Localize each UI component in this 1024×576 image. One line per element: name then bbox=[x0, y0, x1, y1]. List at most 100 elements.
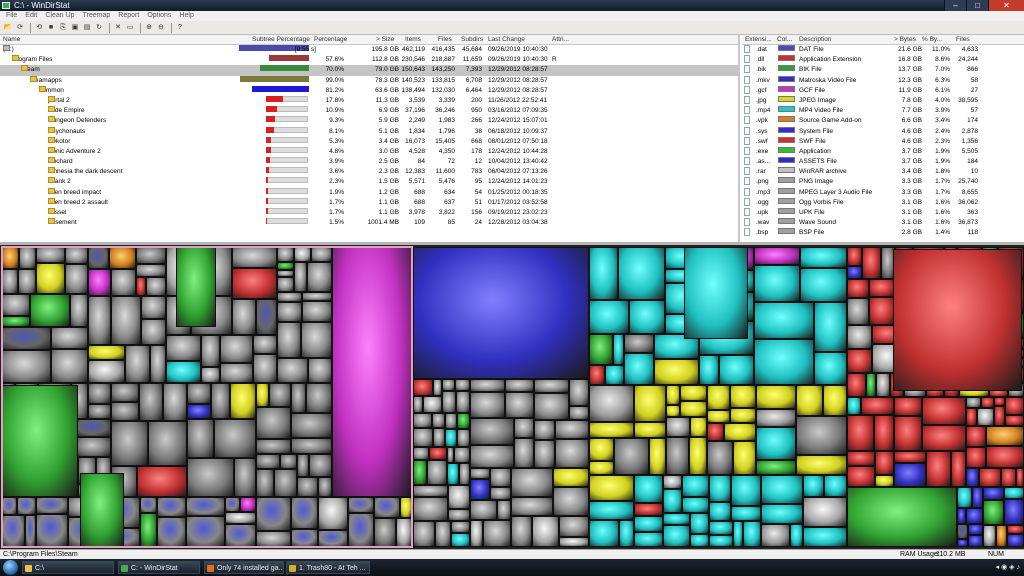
treemap-tile[interactable] bbox=[294, 247, 311, 262]
treemap-tile[interactable] bbox=[374, 497, 400, 518]
treemap-tile[interactable] bbox=[470, 468, 490, 479]
treemap-tile[interactable] bbox=[80, 473, 124, 547]
treemap-tile[interactable] bbox=[433, 428, 445, 447]
tree-row[interactable]: +basement 1.5% 1001.4 MB 109 85 24 12/28/2012 … bbox=[0, 218, 738, 228]
extension-row[interactable]: .swf SWF File 4.6 GB 2.3% 1,356 bbox=[742, 136, 1024, 147]
treemap-tile[interactable] bbox=[2, 327, 51, 350]
treemap-tile[interactable] bbox=[682, 497, 709, 513]
treemap-tile[interactable] bbox=[269, 383, 291, 407]
refresh-icon[interactable]: ⟳ bbox=[15, 23, 25, 33]
treemap-tile[interactable] bbox=[847, 349, 872, 373]
treemap-tile[interactable] bbox=[966, 447, 986, 468]
treemap-tile[interactable] bbox=[847, 397, 861, 415]
treemap-tile[interactable] bbox=[922, 397, 966, 425]
menu-help[interactable]: Help bbox=[175, 11, 197, 21]
treemap-tile[interactable] bbox=[433, 379, 442, 396]
treemap-tile[interactable] bbox=[301, 322, 332, 358]
treemap-tile[interactable] bbox=[1004, 487, 1024, 499]
treemap-tile[interactable] bbox=[88, 383, 111, 404]
treemap-tile[interactable] bbox=[893, 249, 1022, 391]
treemap-tile[interactable] bbox=[559, 537, 589, 547]
treemap-tile[interactable] bbox=[277, 292, 302, 302]
treemap-tile[interactable] bbox=[256, 497, 291, 531]
treemap-tile[interactable] bbox=[302, 301, 332, 322]
treemap-tile[interactable] bbox=[983, 487, 1004, 500]
treemap-tile[interactable] bbox=[332, 247, 412, 497]
treemap-tile[interactable] bbox=[455, 379, 470, 391]
treemap-tile[interactable] bbox=[448, 509, 470, 521]
treemap-tile[interactable] bbox=[220, 335, 253, 363]
treemap-tile[interactable] bbox=[629, 300, 665, 334]
treemap-tile[interactable] bbox=[847, 279, 869, 298]
treemap-tile[interactable] bbox=[277, 247, 294, 262]
treemap-tile[interactable] bbox=[148, 421, 187, 466]
treemap-tile[interactable] bbox=[187, 404, 211, 419]
treemap-tile[interactable] bbox=[277, 277, 294, 292]
col-description-header[interactable]: Description bbox=[799, 35, 832, 45]
treemap-tile[interactable] bbox=[589, 422, 634, 438]
treemap-tile[interactable] bbox=[225, 497, 240, 512]
taskbar-button-only-74-installed-ga[interactable]: Only 74 installed ga... bbox=[204, 561, 284, 574]
treemap-tile[interactable] bbox=[470, 520, 483, 547]
treemap-tile[interactable] bbox=[166, 335, 201, 361]
treemap-tile[interactable] bbox=[761, 475, 803, 504]
treemap-tile[interactable] bbox=[318, 477, 332, 497]
treemap-tile[interactable] bbox=[88, 269, 111, 296]
treemap-tile[interactable] bbox=[150, 345, 166, 383]
treemap-tile[interactable] bbox=[348, 513, 374, 547]
treemap-tile[interactable] bbox=[136, 277, 146, 296]
treemap-tile[interactable] bbox=[163, 383, 187, 421]
treemap-tile[interactable] bbox=[699, 355, 719, 385]
tree-row[interactable]: +Jade Empire 10.9% 6.9 GB 37,196 36,246 950 03… bbox=[0, 106, 738, 116]
treemap-tile[interactable] bbox=[442, 379, 455, 391]
treemap-tile[interactable] bbox=[861, 397, 894, 415]
tree-row[interactable]: −Steam70.0%79.0 GB150,643143,2507,39312/… bbox=[0, 65, 738, 76]
treemap-tile[interactable] bbox=[731, 506, 761, 521]
col-extension-header[interactable]: Extensi... bbox=[745, 35, 772, 45]
treemap-tile[interactable] bbox=[187, 458, 234, 497]
col-size-header[interactable]: > Size bbox=[376, 35, 394, 45]
treemap-tile[interactable] bbox=[166, 361, 201, 383]
treemap-tile[interactable] bbox=[30, 294, 70, 327]
treemap-tile[interactable] bbox=[796, 385, 823, 416]
treemap-tile[interactable] bbox=[427, 460, 447, 485]
treemap-tile[interactable] bbox=[624, 334, 654, 353]
treemap-tile[interactable] bbox=[894, 463, 926, 487]
treemap-tile[interactable] bbox=[470, 445, 514, 468]
tree-row[interactable]: +Dungeon Defenders 9.3% 5.9 GB 2,249 1,983 26… bbox=[0, 116, 738, 126]
tree-row[interactable]: −common81.2%63.6 GB138,494132,0306,46412… bbox=[0, 85, 738, 96]
treemap-tile[interactable] bbox=[951, 451, 966, 487]
treemap-tile[interactable] bbox=[847, 451, 875, 466]
col-files-header[interactable]: Files bbox=[956, 35, 970, 45]
treemap-tile[interactable] bbox=[894, 397, 922, 416]
treemap-tile[interactable] bbox=[140, 497, 157, 513]
zoom-in-icon[interactable]: ⊕ bbox=[144, 23, 154, 33]
treemap-tile[interactable] bbox=[569, 406, 589, 420]
treemap-tile[interactable] bbox=[459, 463, 470, 485]
treemap-tile[interactable] bbox=[445, 429, 457, 447]
tree-row[interactable]: −steamapps 99.0% 78.3 GB140,523 133,815 6,70… bbox=[0, 75, 738, 86]
treemap-tile[interactable] bbox=[957, 539, 968, 547]
treemap-tile[interactable] bbox=[996, 525, 1007, 547]
taskbar-button-1-trash80-at-teh[interactable]: 1. Trash80 - At Teh ... bbox=[286, 561, 370, 574]
treemap-tile[interactable] bbox=[109, 247, 136, 269]
treemap-tile[interactable] bbox=[253, 335, 277, 354]
treemap-tile[interactable] bbox=[847, 298, 869, 325]
treemap-tile[interactable] bbox=[634, 503, 663, 516]
col-percent-bytes-header[interactable]: % By... bbox=[922, 35, 942, 45]
treemap-tile[interactable] bbox=[297, 454, 309, 477]
treemap-tile[interactable] bbox=[994, 406, 1005, 426]
extension-row[interactable]: .dat DAT File 21.6 GB 11.0% 4,633 bbox=[742, 45, 1024, 55]
treemap-tile[interactable] bbox=[957, 524, 968, 539]
treemap-tile[interactable] bbox=[957, 508, 966, 524]
treemap-tile[interactable] bbox=[666, 437, 689, 475]
treemap-tile[interactable] bbox=[814, 302, 847, 352]
treemap-tile[interactable] bbox=[435, 521, 451, 547]
treemap-tile[interactable] bbox=[2, 294, 30, 316]
treemap-tile[interactable] bbox=[187, 383, 211, 404]
treemap-tile[interactable] bbox=[707, 410, 730, 423]
treemap-tile[interactable] bbox=[663, 489, 682, 513]
help-icon[interactable]: ? bbox=[175, 23, 185, 33]
treemap-tile[interactable] bbox=[2, 385, 78, 497]
treemap-tile[interactable] bbox=[553, 487, 589, 516]
